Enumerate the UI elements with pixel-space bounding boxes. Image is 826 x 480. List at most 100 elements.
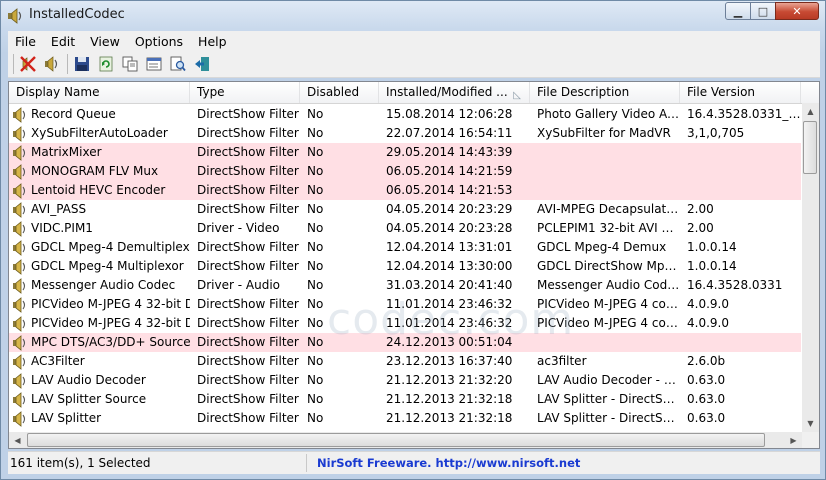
cell-installed: 11.01.2014 23:46:32 <box>386 316 513 330</box>
column-header-type[interactable]: Type <box>190 82 300 103</box>
cell-desc: PICVideo M-JPEG 4 cod... <box>537 316 680 330</box>
refresh-icon <box>99 56 113 72</box>
find-button[interactable] <box>168 54 188 74</box>
save-button[interactable] <box>72 54 92 74</box>
menu-view[interactable]: View <box>83 34 128 49</box>
sort-descending-icon: ◺ <box>513 90 521 101</box>
column-header-label: File Description <box>537 85 630 99</box>
table-row[interactable]: AC3Filter DirectShow Filter No 23.12.2013 1… <box>9 352 801 371</box>
cell-name: GDCL Mpeg-4 Multiplexor <box>9 257 190 276</box>
item-count-status: 161 item(s), 1 Selected <box>8 454 307 472</box>
codec-name: Lentoid HEVC Encoder <box>31 183 166 197</box>
cell-name: VIDC.PIM1 <box>9 219 190 238</box>
table-row[interactable]: MONOGRAM FLV Mux DirectShow Filter No 06.05… <box>9 162 801 181</box>
column-header-file-version[interactable]: File Version <box>680 82 801 103</box>
vertical-scroll-thumb[interactable] <box>803 121 817 174</box>
window-controls: ▁ □ ✕ <box>725 2 819 21</box>
table-row[interactable]: LAV Splitter Source DirectShow Filter No 21… <box>9 390 801 409</box>
table-row[interactable]: Messenger Audio Codec Driver - Audio No 31.… <box>9 276 801 295</box>
cell-desc <box>530 143 680 162</box>
cell-name: LAV Audio Decoder <box>9 371 190 390</box>
properties-button[interactable] <box>144 54 164 74</box>
table-row[interactable]: MatrixMixer DirectShow Filter No 29.05.2014… <box>9 143 801 162</box>
cell-desc: Messenger Audio Codec <box>537 278 680 292</box>
menu-bar: File Edit View Options Help <box>8 31 820 51</box>
cell-version <box>680 143 801 162</box>
speaker-icon <box>12 239 28 256</box>
cell-version: 2.6.0b <box>687 354 726 368</box>
cell-installed: 04.05.2014 20:23:29 <box>386 202 513 216</box>
table-row[interactable]: PICVideo M-JPEG 4 32-bit D... DirectShow … <box>9 314 801 333</box>
scroll-left-button[interactable]: ◀ <box>9 432 26 448</box>
cell-desc <box>530 181 680 200</box>
cell-version: 16.4.3528.0331 <box>687 278 783 292</box>
chevron-right-icon: ▶ <box>790 435 797 445</box>
cell-version: 1.0.0.14 <box>687 240 737 254</box>
cell-type: DirectShow Filter <box>197 164 299 178</box>
cell-type: DirectShow Filter <box>197 297 299 311</box>
cell-installed: 24.12.2013 00:51:04 <box>386 335 513 349</box>
table-row[interactable]: PICVideo M-JPEG 4 32-bit D... DirectShow … <box>9 295 801 314</box>
table-row[interactable]: GDCL Mpeg-4 Demultiplexor DirectShow Filt… <box>9 238 801 257</box>
table-row[interactable]: Lentoid HEVC Encoder DirectShow Filter No 0… <box>9 181 801 200</box>
table-row[interactable]: AVI_PASS DirectShow Filter No 04.05.2014 20… <box>9 200 801 219</box>
menu-file[interactable]: File <box>8 34 44 49</box>
cell-disabled: No <box>307 259 324 273</box>
speaker-icon <box>12 391 28 408</box>
cell-version: 3,1,0,705 <box>687 126 745 140</box>
cell-disabled: No <box>307 202 324 216</box>
codec-name: LAV Audio Decoder <box>31 373 146 387</box>
exit-button[interactable] <box>192 54 212 74</box>
cell-desc: GDCL DirectShow Mpeg... <box>537 259 680 273</box>
title-bar[interactable]: InstalledCodec ▁ □ ✕ <box>1 1 825 31</box>
enable-selected-button[interactable] <box>42 54 62 74</box>
codec-name: MPC DTS/AC3/DD+ Source <box>31 335 190 349</box>
menu-help[interactable]: Help <box>191 34 235 49</box>
codec-name: PICVideo M-JPEG 4 32-bit D... <box>31 297 190 311</box>
codec-name: PICVideo M-JPEG 4 32-bit D... <box>31 316 190 330</box>
refresh-button[interactable] <box>96 54 116 74</box>
cell-disabled: No <box>307 278 324 292</box>
close-button[interactable]: ✕ <box>775 2 819 20</box>
cell-version <box>680 181 801 200</box>
scroll-down-button[interactable]: ▼ <box>802 415 819 432</box>
disable-selected-button[interactable] <box>18 54 38 74</box>
column-header-label: Type <box>197 85 225 99</box>
cell-type: Driver - Audio <box>197 278 280 292</box>
scroll-up-button[interactable]: ▲ <box>802 103 819 120</box>
horizontal-scroll-thumb[interactable] <box>27 433 765 447</box>
scroll-right-button[interactable]: ▶ <box>785 432 802 448</box>
toolbar-separator <box>67 54 68 74</box>
column-header-display-name[interactable]: Display Name <box>9 82 190 103</box>
cell-disabled: No <box>307 221 324 235</box>
column-header-installed-modified[interactable]: Installed/Modified ... ◺ <box>379 82 530 103</box>
menu-options[interactable]: Options <box>128 34 191 49</box>
speaker-icon <box>12 125 28 142</box>
table-row[interactable]: XySubFilterAutoLoader DirectShow Filter No… <box>9 124 801 143</box>
cell-disabled: No <box>307 145 324 159</box>
column-header-file-description[interactable]: File Description <box>530 82 680 103</box>
nirsoft-link[interactable]: NirSoft Freeware. http://www.nirsoft.net <box>307 456 580 470</box>
cell-name: MONOGRAM FLV Mux <box>9 162 190 181</box>
table-row[interactable]: LAV Splitter DirectShow Filter No 21.12.201… <box>9 409 801 428</box>
maximize-button[interactable]: □ <box>750 2 776 20</box>
column-header-disabled[interactable]: Disabled <box>300 82 379 103</box>
cell-name: PICVideo M-JPEG 4 32-bit D... <box>9 295 190 314</box>
table-row[interactable]: VIDC.PIM1 Driver - Video No 04.05.2014 20:2… <box>9 219 801 238</box>
minimize-button[interactable]: ▁ <box>725 2 751 20</box>
menu-edit[interactable]: Edit <box>44 34 83 49</box>
table-row[interactable]: Record Queue DirectShow Filter No 15.08.201… <box>9 105 801 124</box>
table-row[interactable]: MPC DTS/AC3/DD+ Source DirectShow Filter N… <box>9 333 801 352</box>
table-row[interactable]: LAV Audio Decoder DirectShow Filter No 21.1… <box>9 371 801 390</box>
cell-name: MatrixMixer <box>9 143 190 162</box>
copy-button[interactable] <box>120 54 140 74</box>
cell-type: DirectShow Filter <box>197 107 299 121</box>
codec-name: Record Queue <box>31 107 116 121</box>
table-row[interactable]: GDCL Mpeg-4 Multiplexor DirectShow Filter… <box>9 257 801 276</box>
vertical-scrollbar[interactable]: ▲ ▼ <box>802 103 819 432</box>
speaker-icon <box>12 106 28 123</box>
cell-type: DirectShow Filter <box>197 392 299 406</box>
codec-list[interactable]: Display Name Type Disabled Installed/Modifi… <box>8 81 820 449</box>
horizontal-scrollbar[interactable]: ◀ ▶ <box>9 432 802 448</box>
toolbar-separator <box>13 54 14 74</box>
